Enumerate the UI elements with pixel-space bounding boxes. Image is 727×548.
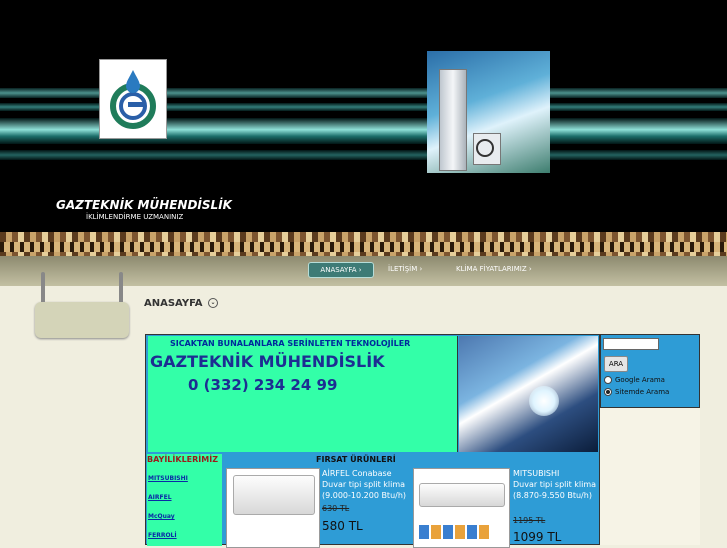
- hero-panel: SICAKTAN BUNALANLARA SERİNLETEN TEKNOLOJ…: [148, 336, 444, 452]
- search-option-label: Sitemde Arama: [615, 388, 670, 396]
- air-conditioner-icon: [439, 69, 467, 171]
- nav-item-iletisim[interactable]: İLETİŞİM ›: [388, 262, 422, 276]
- hero-photo: [459, 336, 598, 452]
- site-tagline: İKLİMLENDİRME UZMANINIZ: [86, 213, 184, 221]
- dealer-link-ferroli[interactable]: FERROLİ: [148, 532, 177, 539]
- search-input[interactable]: [603, 338, 659, 350]
- sidebar-blank: [600, 408, 700, 545]
- hero-title: GAZTEKNİK MÜHENDİSLİK: [150, 352, 385, 371]
- nav-item-label: KLİMA FİYATLARIMIZ: [456, 265, 527, 273]
- site-header: GAZTEKNİK MÜHENDİSLİK İKLİMLENDİRME UZMA…: [0, 0, 727, 232]
- sign-board: [35, 302, 129, 338]
- product-description: MITSUBISHI Duvar tipi split klima (8.870…: [513, 468, 596, 501]
- page-title-text: ANASAYFA: [144, 298, 203, 309]
- product-capacity: (8.870-9.550 Btu/h): [513, 491, 592, 500]
- deals-heading: FIRSAT ÜRÜNLERİ: [316, 455, 396, 464]
- product-new-price: 1099 TL: [513, 530, 562, 544]
- radio-icon[interactable]: [604, 388, 612, 396]
- gd-logo-icon: [110, 70, 156, 129]
- hero-divider: [443, 336, 458, 452]
- search-button[interactable]: ARA: [604, 356, 628, 372]
- chevron-right-icon: ›: [419, 265, 423, 273]
- nav-item-label: ANASAYFA: [320, 266, 357, 274]
- hanging-sign: [35, 272, 129, 340]
- header-ac-image: [427, 51, 550, 173]
- dealers-list: MITSUBISHI AIRFEL McQuay FERROLİ: [147, 466, 222, 546]
- ornament-belt: [0, 242, 727, 252]
- product-image[interactable]: [413, 468, 510, 548]
- fan-icon: [476, 139, 494, 157]
- chevron-down-icon[interactable]: ⌄: [207, 298, 218, 308]
- page-title: ANASAYFA ⌄: [144, 298, 218, 309]
- product-type: Duvar tipi split klima: [322, 480, 406, 489]
- dealer-link-mcquay[interactable]: McQuay: [148, 513, 175, 520]
- search-panel: ARA Google Arama Sitemde Arama: [600, 334, 700, 408]
- hero-subtitle: SICAKTAN BUNALANLARA SERİNLETEN TEKNOLOJ…: [170, 339, 411, 348]
- product-brand: MITSUBISHI: [513, 469, 560, 478]
- product-old-price: 630 TL: [322, 504, 350, 513]
- header-band: [0, 150, 727, 160]
- dealer-link-mitsubishi[interactable]: MITSUBISHI: [148, 475, 188, 482]
- search-option-site[interactable]: Sitemde Arama: [604, 388, 669, 396]
- search-option-google[interactable]: Google Arama: [604, 376, 665, 384]
- product-type: Duvar tipi split klima: [513, 480, 597, 489]
- radio-icon[interactable]: [604, 376, 612, 384]
- nav-item-anasayfa[interactable]: ANASAYFA ›: [308, 262, 374, 278]
- product-brand: AİRFEL Conabase: [322, 469, 392, 478]
- sun-icon: [529, 386, 559, 416]
- dealers-heading: BAYİLİKLERİMİZ :: [147, 454, 222, 476]
- product-description: AİRFEL Conabase Duvar tipi split klima (…: [322, 468, 406, 501]
- air-conditioner-icon: [233, 475, 315, 515]
- nav-item-label: İLETİŞİM: [388, 265, 418, 273]
- nav-item-klima-fiyatlarimiz[interactable]: KLİMA FİYATLARIMIZ ›: [456, 262, 532, 276]
- product-image[interactable]: [226, 468, 320, 548]
- feature-badges: [419, 525, 489, 539]
- air-conditioner-icon: [419, 483, 505, 507]
- search-option-label: Google Arama: [615, 376, 665, 384]
- site-logo[interactable]: [99, 59, 167, 139]
- chevron-right-icon: ›: [528, 265, 532, 273]
- product-old-price: 1195 TL: [513, 516, 546, 525]
- site-brand: GAZTEKNİK MÜHENDİSLİK: [56, 198, 232, 212]
- hero-phone: 0 (332) 234 24 99: [188, 376, 338, 394]
- dealer-link-airfel[interactable]: AIRFEL: [148, 494, 172, 501]
- product-new-price: 580 TL: [322, 519, 363, 533]
- main-content: SICAKTAN BUNALANLARA SERİNLETEN TEKNOLOJ…: [145, 334, 600, 548]
- chevron-right-icon: ›: [358, 266, 362, 274]
- product-capacity: (9.000-10.200 Btu/h): [322, 491, 407, 500]
